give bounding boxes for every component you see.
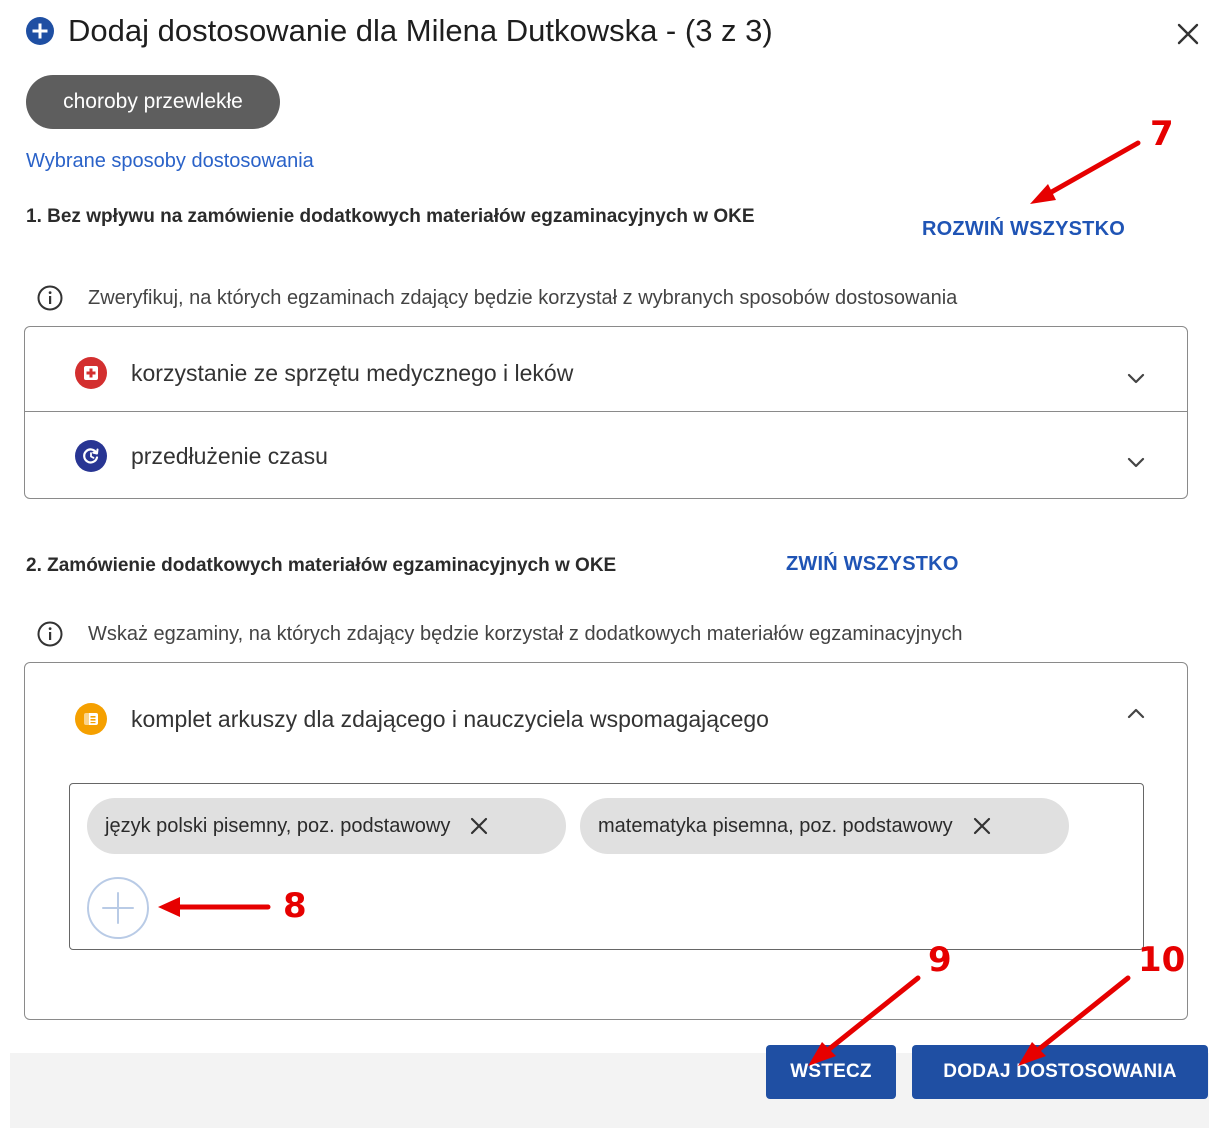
- add-exam-button[interactable]: [87, 877, 149, 939]
- annotation-9: 9: [928, 940, 952, 980]
- chevron-down-icon[interactable]: [1125, 451, 1147, 473]
- section2-info: Wskaż egzaminy, na których zdający będzi…: [36, 620, 962, 648]
- exam-chip: język polski pisemny, poz. podstawowy: [87, 798, 566, 854]
- adaptation-item-label: komplet arkuszy dla zdającego i nauczyci…: [131, 705, 769, 732]
- annotation-7: 7: [1150, 114, 1174, 154]
- info-icon: [37, 285, 63, 311]
- remove-chip-icon[interactable]: [468, 815, 490, 837]
- section1-title: 1. Bez wpływu na zamówienie dodatkowych …: [26, 206, 755, 227]
- exam-selector: język polski pisemny, poz. podstawowy ma…: [69, 783, 1144, 950]
- section1-panel: korzystanie ze sprzętu medycznego i lekó…: [24, 326, 1188, 499]
- chevron-down-icon[interactable]: [1125, 367, 1147, 389]
- adaptation-item-label: korzystanie ze sprzętu medycznego i lekó…: [131, 359, 574, 386]
- remove-chip-icon[interactable]: [971, 815, 993, 837]
- adaptation-item-medical[interactable]: korzystanie ze sprzętu medycznego i lekó…: [75, 353, 573, 393]
- annotation-8: 8: [283, 886, 307, 926]
- close-icon[interactable]: [1172, 18, 1204, 50]
- plus-circle-icon: [26, 17, 54, 45]
- exam-chip-label: język polski pisemny, poz. podstawowy: [105, 814, 451, 837]
- exam-chip: matematyka pisemna, poz. podstawowy: [580, 798, 1069, 854]
- adaptation-item-label: przedłużenie czasu: [131, 442, 328, 469]
- back-button[interactable]: WSTECZ: [766, 1045, 896, 1099]
- expand-all-button[interactable]: ROZWIŃ WSZYSTKO: [922, 218, 1125, 241]
- medical-cross-icon: [75, 357, 107, 389]
- annotation-10: 10: [1138, 940, 1186, 980]
- adaptation-item-sheets[interactable]: komplet arkuszy dla zdającego i nauczyci…: [75, 699, 769, 739]
- info-icon: [37, 621, 63, 647]
- adaptation-item-extended-time[interactable]: przedłużenie czasu: [75, 436, 328, 476]
- selected-methods-label: Wybrane sposoby dostosowania: [26, 150, 314, 172]
- section2-panel: komplet arkuszy dla zdającego i nauczyci…: [24, 662, 1188, 1020]
- sheets-icon: [75, 703, 107, 735]
- section2-title: 2. Zamówienie dodatkowych materiałów egz…: [26, 555, 617, 576]
- section1-info: Zweryfikuj, na których egzaminach zdając…: [36, 284, 957, 312]
- section2-info-text: Wskaż egzaminy, na których zdający będzi…: [88, 622, 963, 645]
- chevron-up-icon[interactable]: [1125, 703, 1147, 725]
- divider: [25, 411, 1187, 412]
- collapse-all-button[interactable]: ZWIŃ WSZYSTKO: [786, 553, 959, 576]
- dialog-title: Dodaj dostosowanie dla Milena Dutkowska …: [68, 13, 773, 48]
- plus-icon: [102, 892, 134, 924]
- clock-refresh-icon: [75, 440, 107, 472]
- section1-info-text: Zweryfikuj, na których egzaminach zdając…: [88, 286, 958, 309]
- add-adaptations-button[interactable]: DODAJ DOSTOSOWANIA: [912, 1045, 1208, 1099]
- exam-chip-label: matematyka pisemna, poz. podstawowy: [598, 814, 953, 837]
- condition-chip: choroby przewlekłe: [26, 75, 280, 129]
